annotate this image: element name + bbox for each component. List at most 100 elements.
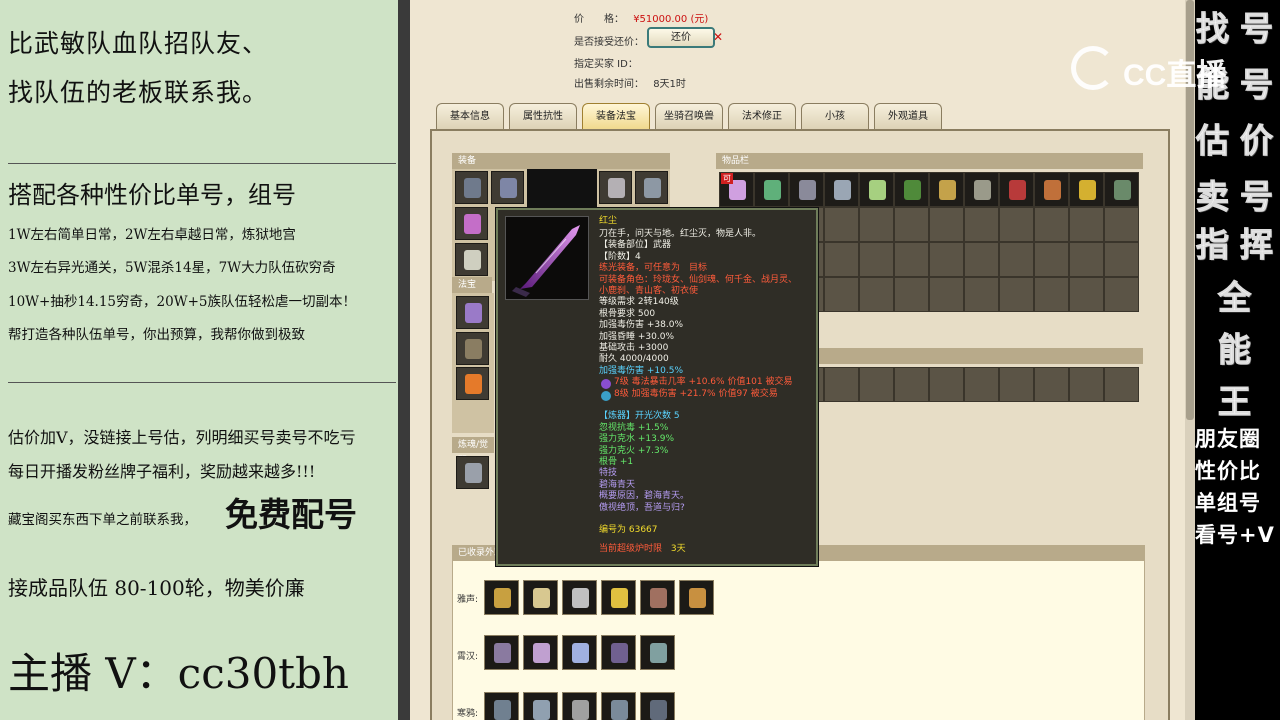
appearance-icon [494, 643, 511, 663]
owned-appearance-item[interactable] [601, 635, 636, 670]
treasure-header: 法宝 [452, 277, 492, 293]
weapon-image [505, 216, 589, 300]
inventory-slot[interactable] [859, 277, 894, 312]
owned-appearance-item[interactable] [484, 580, 519, 615]
inventory-slot[interactable] [1034, 242, 1069, 277]
owned-appearance-item[interactable] [562, 580, 597, 615]
inventory-slot[interactable] [894, 367, 929, 402]
equip-slot-armor[interactable] [635, 171, 668, 204]
right-promo-char: 号 [1240, 9, 1274, 49]
counter-offer-button[interactable]: 还价 [647, 27, 715, 48]
inventory-badge: 可 [721, 173, 733, 184]
inventory-slot[interactable] [859, 207, 894, 242]
owned-appearance-item[interactable] [523, 635, 558, 670]
inventory-slot[interactable] [859, 242, 894, 277]
inventory-slot[interactable] [1069, 277, 1104, 312]
inventory-slot[interactable] [1104, 207, 1139, 242]
inventory-slot[interactable] [1069, 367, 1104, 402]
owned-appearance-item[interactable] [679, 580, 714, 615]
owned-appearance-item[interactable] [484, 692, 519, 720]
owned-appearance-item[interactable] [562, 635, 597, 670]
inventory-slot[interactable] [964, 207, 999, 242]
item-icon [1009, 180, 1026, 200]
time-left-value: 8天1时 [653, 79, 686, 90]
owned-appearance-item[interactable] [601, 580, 636, 615]
inventory-slot[interactable] [999, 277, 1034, 312]
owned-row-label: 寒鸦: [457, 709, 479, 719]
owned-appearance-item[interactable] [523, 580, 558, 615]
promo-line: 藏宝阁买东西下单之前联系我， [8, 512, 197, 528]
inventory-slot[interactable] [894, 277, 929, 312]
owned-appearance-item[interactable] [640, 580, 675, 615]
tab-spell-mods[interactable]: 法术修正 [728, 103, 796, 129]
appearance-icon [650, 700, 667, 720]
inventory-slot[interactable] [1034, 367, 1069, 402]
inventory-slot[interactable] [859, 367, 894, 402]
inventory-slot[interactable] [999, 172, 1034, 207]
inventory-slot[interactable] [824, 172, 859, 207]
inventory-slot[interactable] [999, 207, 1034, 242]
owned-appearance-item[interactable] [523, 692, 558, 720]
inventory-slot[interactable] [964, 172, 999, 207]
inventory-slot[interactable] [824, 207, 859, 242]
inventory-slot[interactable] [1104, 242, 1139, 277]
inventory-slot[interactable] [1104, 172, 1139, 207]
item-icon [869, 180, 886, 200]
inventory-slot[interactable] [1069, 207, 1104, 242]
inventory-slot[interactable] [1034, 172, 1069, 207]
equip-slot-helmet[interactable] [455, 171, 488, 204]
inventory-slot[interactable] [929, 207, 964, 242]
inventory-slot[interactable] [1069, 242, 1104, 277]
fashion-slot[interactable] [456, 456, 489, 489]
inventory-slot[interactable] [824, 277, 859, 312]
tab-appearance[interactable]: 外观道具 [874, 103, 942, 129]
treasure-slot[interactable] [456, 332, 489, 365]
equip-slot-necklace[interactable] [491, 171, 524, 204]
inventory-slot[interactable] [929, 277, 964, 312]
tab-attributes[interactable]: 属性抗性 [509, 103, 577, 129]
equip-slot-shoes[interactable] [455, 243, 488, 276]
owned-appearance-item[interactable] [484, 635, 519, 670]
inventory-slot[interactable] [1034, 207, 1069, 242]
treasure-slot[interactable] [456, 367, 489, 400]
inventory-slot[interactable] [999, 242, 1034, 277]
close-icon[interactable]: ✕ [713, 30, 723, 44]
tab-children[interactable]: 小孩 [801, 103, 869, 129]
inventory-slot[interactable] [964, 367, 999, 402]
inventory-slot[interactable] [824, 242, 859, 277]
appearance-icon [572, 588, 589, 608]
owned-appearance-item[interactable] [640, 635, 675, 670]
inventory-slot[interactable] [1104, 367, 1139, 402]
inventory-slot[interactable] [964, 277, 999, 312]
tab-basic-info[interactable]: 基本信息 [436, 103, 504, 129]
equip-slot-weapon[interactable] [455, 207, 488, 240]
tooltip-footer-label: 当前超级炉时限 [599, 544, 663, 554]
tab-equipment[interactable]: 装备法宝 [582, 103, 650, 129]
item-icon [834, 180, 851, 200]
inventory-slot[interactable] [1069, 172, 1104, 207]
inventory-slot[interactable] [964, 242, 999, 277]
treasure-slot[interactable] [456, 296, 489, 329]
inventory-slot[interactable] [999, 367, 1034, 402]
inventory-slot[interactable] [929, 172, 964, 207]
inventory-slot[interactable] [894, 172, 929, 207]
inventory-slot[interactable] [929, 242, 964, 277]
inventory-slot[interactable] [929, 367, 964, 402]
appearance-icon [650, 588, 667, 608]
equip-slot-mask[interactable] [599, 171, 632, 204]
inventory-slot[interactable] [894, 207, 929, 242]
inventory-slot[interactable] [859, 172, 894, 207]
appearance-icon [494, 588, 511, 608]
inventory-slot[interactable] [1104, 277, 1139, 312]
inventory-slot[interactable] [894, 242, 929, 277]
owned-appearance-item[interactable] [601, 692, 636, 720]
right-promo-line: 朋友圈 [1195, 427, 1261, 451]
inventory-slot[interactable] [789, 172, 824, 207]
inventory-slot[interactable] [824, 367, 859, 402]
tab-mounts-pets[interactable]: 坐骑召唤兽 [655, 103, 723, 129]
item-icon [799, 180, 816, 200]
inventory-slot[interactable] [754, 172, 789, 207]
owned-appearance-item[interactable] [640, 692, 675, 720]
inventory-slot[interactable] [1034, 277, 1069, 312]
owned-appearance-item[interactable] [562, 692, 597, 720]
